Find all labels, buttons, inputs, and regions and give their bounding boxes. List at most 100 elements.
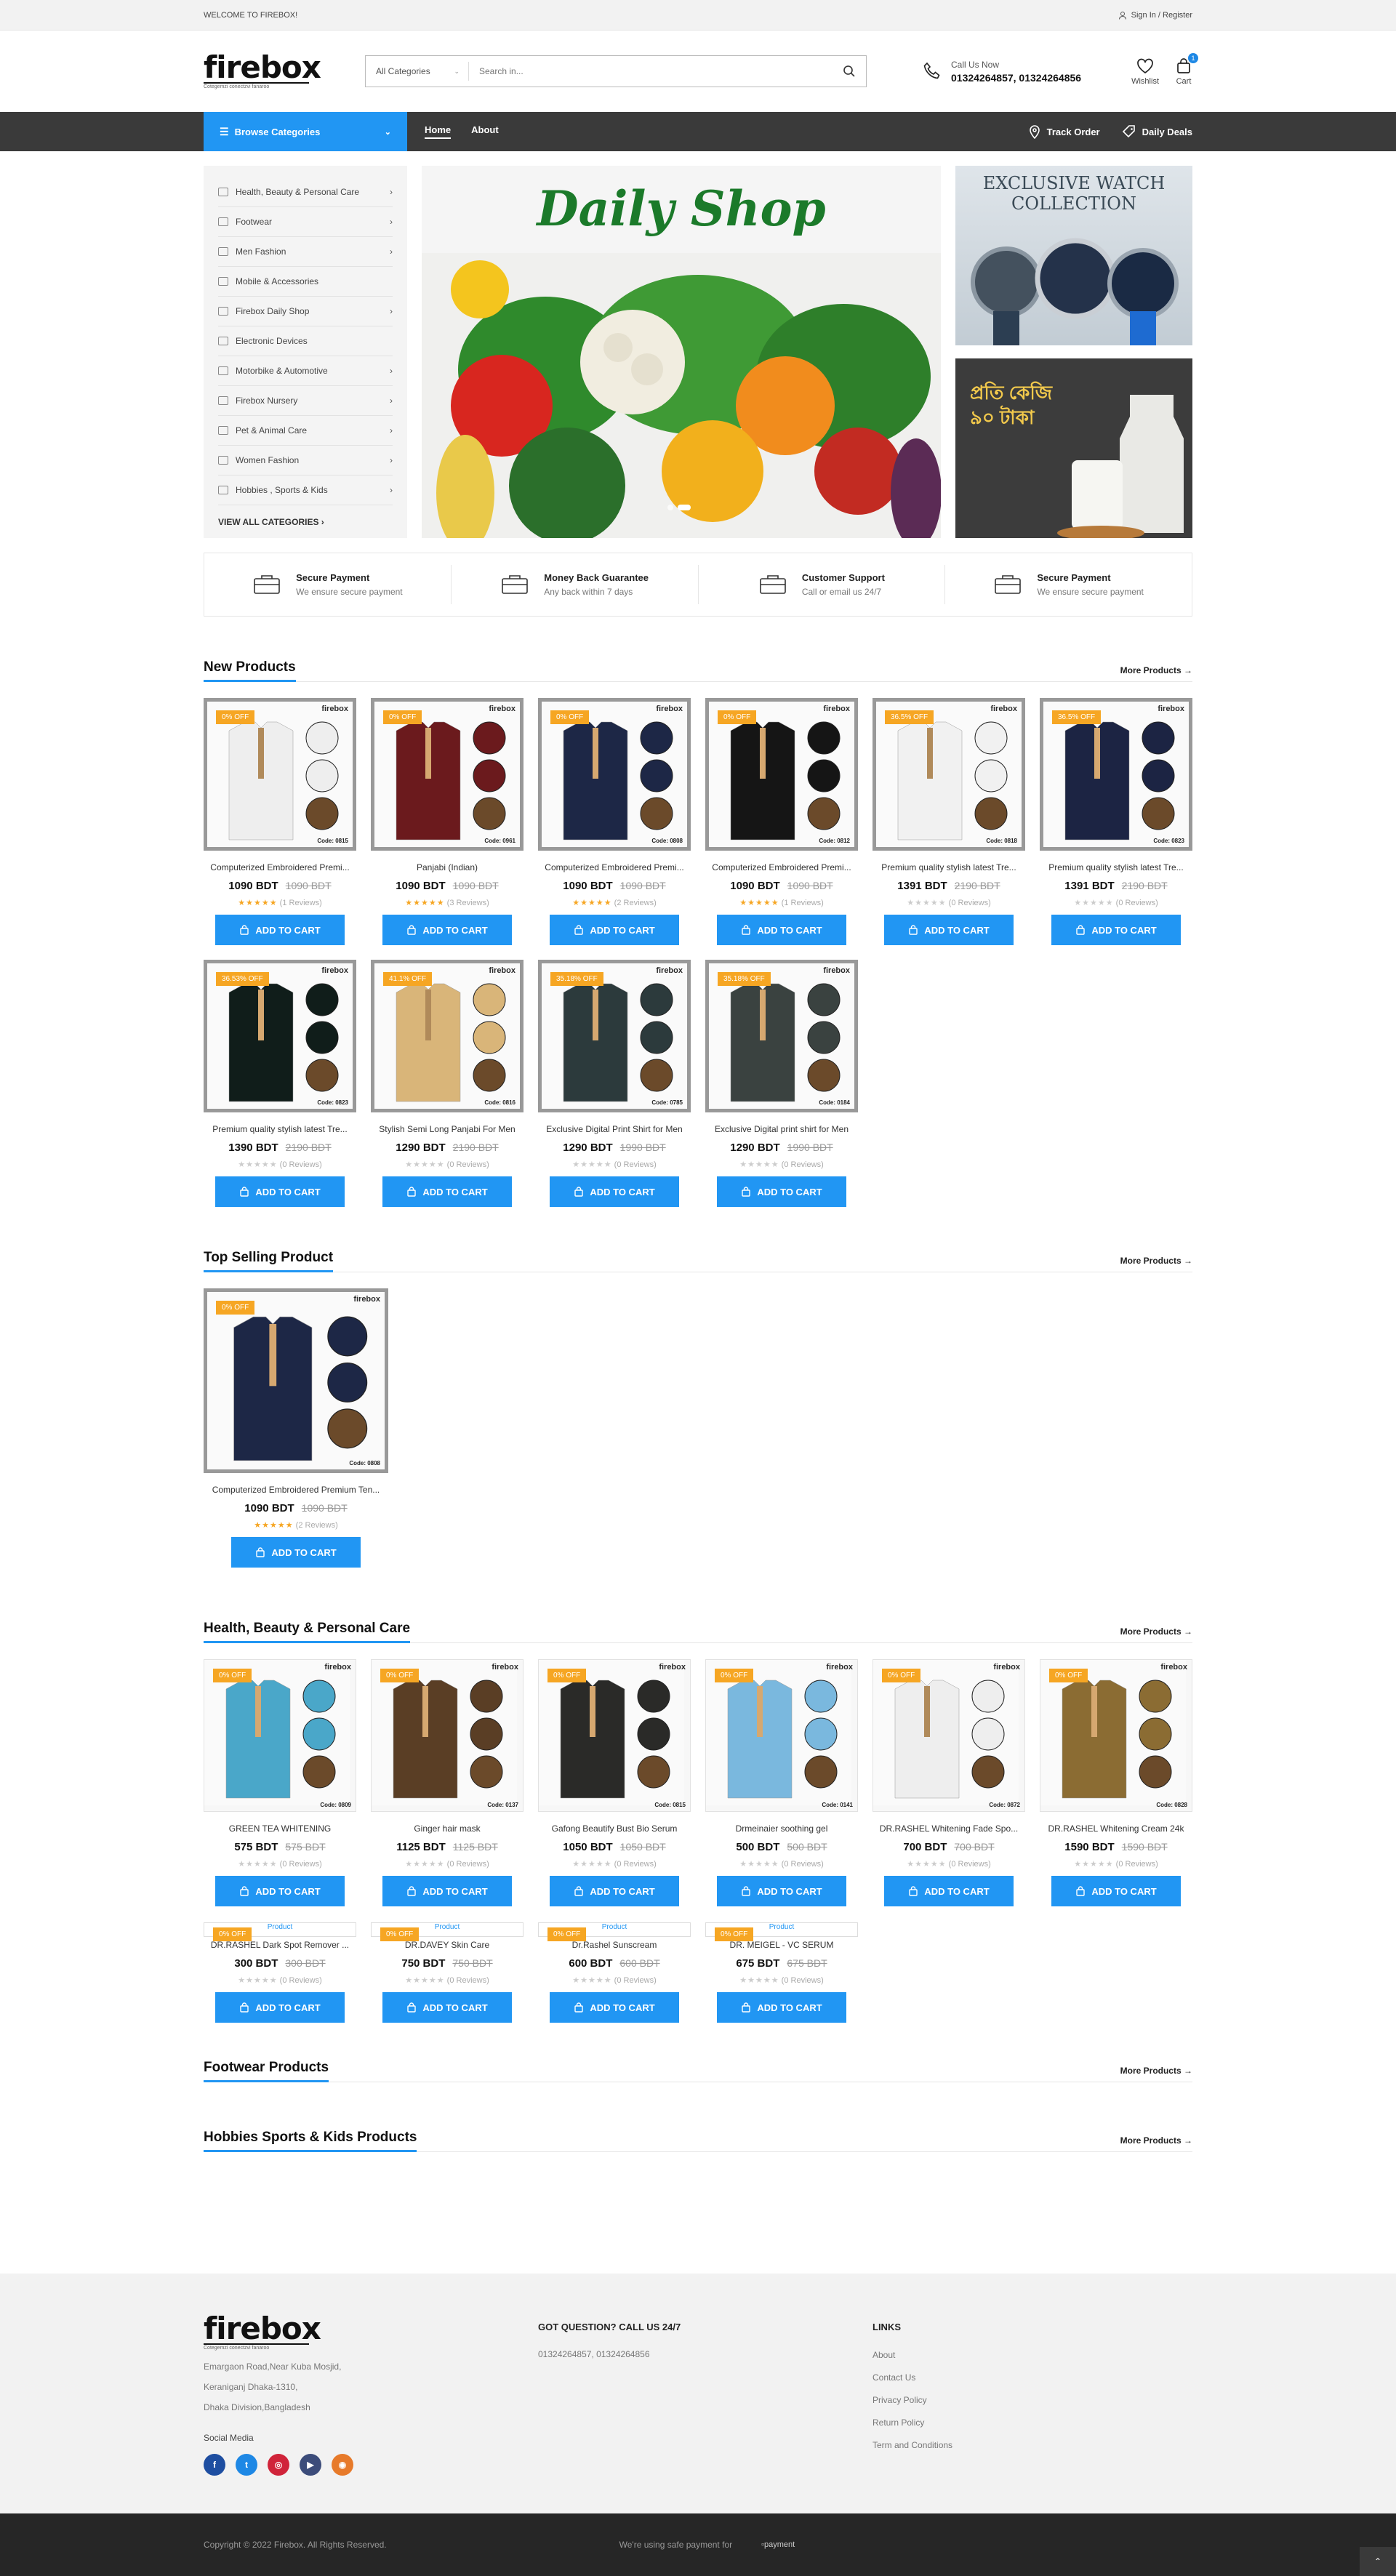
product-card[interactable]: 0% OFF firebox Code: 0808 Computerized Embr… <box>204 1288 388 1568</box>
twitter-icon[interactable]: t <box>236 2454 257 2476</box>
product-image-broken[interactable]: Product 0% OFF <box>371 1922 524 1941</box>
product-card[interactable]: 0% OFF firebox Code: 0815 Gafong Beautify B… <box>538 1659 691 1906</box>
footer-link[interactable]: About <box>872 2344 1192 2367</box>
product-card[interactable]: 35.18% OFF firebox Code: 0785 Exclusive Dig… <box>538 960 691 1207</box>
track-order-link[interactable]: Track Order <box>1028 124 1100 139</box>
product-image-frame[interactable]: 0% OFF firebox Code: 0809 <box>204 1659 356 1812</box>
add-to-cart-button[interactable]: ADD TO CART <box>884 915 1014 945</box>
add-to-cart-button[interactable]: ADD TO CART <box>550 915 679 945</box>
search-input[interactable] <box>469 57 833 86</box>
product-name[interactable]: DR. MEIGEL - VC SERUM <box>705 1940 858 1950</box>
add-to-cart-button[interactable]: ADD TO CART <box>1051 1876 1181 1906</box>
product-card[interactable]: Product 0% OFF Dr.Rashel Sunscream 600 BDT 6… <box>538 1922 691 2023</box>
product-card[interactable]: 0% OFF firebox Code: 0961 Panjabi (Indian) 1… <box>371 698 524 945</box>
product-name[interactable]: GREEN TEA WHITENING <box>204 1823 356 1834</box>
product-image-frame[interactable]: 0% OFF firebox Code: 0815 <box>204 698 356 851</box>
product-image-frame[interactable]: 0% OFF firebox Code: 0815 <box>538 1659 691 1812</box>
product-name[interactable]: Computerized Embroidered Premium Ten... <box>204 1485 388 1495</box>
add-to-cart-button[interactable]: ADD TO CART <box>215 1176 345 1207</box>
product-image-frame[interactable]: 36.5% OFF firebox Code: 0823 <box>1040 698 1192 851</box>
product-image-frame[interactable]: 0% OFF firebox Code: 0812 <box>705 698 858 851</box>
add-to-cart-button[interactable]: ADD TO CART <box>717 1992 846 2023</box>
product-name[interactable]: Exclusive Digital print shirt for Men <box>705 1124 858 1134</box>
product-name[interactable]: Premium quality stylish latest Tre... <box>872 862 1025 872</box>
product-card[interactable]: Product 0% OFF DR. MEIGEL - VC SERUM 675 BD… <box>705 1922 858 2023</box>
product-name[interactable]: Premium quality stylish latest Tre... <box>1040 862 1192 872</box>
more-products-link[interactable]: More Products → <box>1120 1256 1192 1272</box>
signin-link[interactable]: Sign In / Register <box>1118 11 1192 20</box>
product-card[interactable]: 0% OFF firebox Code: 0815 Computerized Embr… <box>204 698 356 945</box>
product-name[interactable]: Computerized Embroidered Premi... <box>204 862 356 872</box>
product-card[interactable]: Product 0% OFF DR.DAVEY Skin Care 750 BDT 75… <box>371 1922 524 2023</box>
rss-icon[interactable]: ◉ <box>332 2454 353 2476</box>
slider-dot-active[interactable] <box>678 505 691 510</box>
product-image-frame[interactable]: 35.18% OFF firebox Code: 0184 <box>705 960 858 1112</box>
daily-deals-link[interactable]: Daily Deals <box>1122 124 1192 139</box>
footer-link[interactable]: Contact Us <box>872 2367 1192 2389</box>
product-name[interactable]: Drmeinaier soothing gel <box>705 1823 858 1834</box>
product-card[interactable]: 0% OFF firebox Code: 0812 Computerized Embr… <box>705 698 858 945</box>
add-to-cart-button[interactable]: ADD TO CART <box>884 1876 1014 1906</box>
category-item[interactable]: Mobile & Accessories <box>218 267 393 297</box>
nav-about[interactable]: About <box>471 124 499 139</box>
slider-dot[interactable] <box>667 505 673 510</box>
add-to-cart-button[interactable]: ADD TO CART <box>717 1876 846 1906</box>
product-image-broken[interactable]: Product 0% OFF <box>538 1922 691 1941</box>
add-to-cart-button[interactable]: ADD TO CART <box>550 1992 679 2023</box>
search-category-select[interactable]: All Categories ⌄ <box>366 62 469 81</box>
instagram-icon[interactable]: ◎ <box>268 2454 289 2476</box>
add-to-cart-button[interactable]: ADD TO CART <box>231 1537 361 1568</box>
category-item[interactable]: Women Fashion › <box>218 446 393 476</box>
product-card[interactable]: 0% OFF firebox Code: 0828 DR.RASHEL Whiteni… <box>1040 1659 1192 1906</box>
product-image-frame[interactable]: 0% OFF firebox Code: 0808 <box>204 1288 388 1473</box>
wishlist-button[interactable]: Wishlist <box>1131 57 1159 86</box>
nav-home[interactable]: Home <box>425 124 452 139</box>
add-to-cart-button[interactable]: ADD TO CART <box>717 915 846 945</box>
hero-slider[interactable]: Daily Shop <box>422 166 941 538</box>
product-card[interactable]: 0% OFF firebox Code: 0808 Computerized Embr… <box>538 698 691 945</box>
facebook-icon[interactable]: f <box>204 2454 225 2476</box>
category-item[interactable]: Firebox Nursery › <box>218 386 393 416</box>
product-name[interactable]: DR.RASHEL Whitening Fade Spo... <box>872 1823 1025 1834</box>
category-item[interactable]: Hobbies , Sports & Kids › <box>218 476 393 505</box>
product-card[interactable]: 35.18% OFF firebox Code: 0184 Exclusive Dig… <box>705 960 858 1207</box>
add-to-cart-button[interactable]: ADD TO CART <box>215 1876 345 1906</box>
product-name[interactable]: Computerized Embroidered Premi... <box>705 862 858 872</box>
product-card[interactable]: 0% OFF firebox Code: 0137 Ginger hair mask 1… <box>371 1659 524 1906</box>
product-name[interactable]: Computerized Embroidered Premi... <box>538 862 691 872</box>
more-products-link[interactable]: More Products → <box>1120 1626 1192 1642</box>
product-image-frame[interactable]: 0% OFF firebox Code: 0137 <box>371 1659 524 1812</box>
watch-banner[interactable]: EXCLUSIVE WATCH COLLECTION <box>955 166 1192 345</box>
footer-link[interactable]: Term and Conditions <box>872 2434 1192 2457</box>
add-to-cart-button[interactable]: ADD TO CART <box>215 915 345 945</box>
add-to-cart-button[interactable]: ADD TO CART <box>550 1176 679 1207</box>
more-products-link[interactable]: More Products → <box>1120 665 1192 681</box>
scroll-to-top-button[interactable]: ⌃ <box>1360 2547 1396 2576</box>
category-item[interactable]: Health, Beauty & Personal Care › <box>218 177 393 207</box>
product-card[interactable]: 41.1% OFF firebox Code: 0816 Stylish Semi L… <box>371 960 524 1207</box>
product-name[interactable]: Dr.Rashel Sunscream <box>538 1940 691 1950</box>
category-item[interactable]: Men Fashion › <box>218 237 393 267</box>
add-to-cart-button[interactable]: ADD TO CART <box>382 915 512 945</box>
product-card[interactable]: 0% OFF firebox Code: 0141 Drmeinaier soothi… <box>705 1659 858 1906</box>
milk-banner[interactable]: প্রতি কেজি ৯০ টাকা <box>955 358 1192 538</box>
add-to-cart-button[interactable]: ADD TO CART <box>382 1176 512 1207</box>
category-item[interactable]: Electronic Devices <box>218 326 393 356</box>
product-name[interactable]: Gafong Beautify Bust Bio Serum <box>538 1823 691 1834</box>
product-image-frame[interactable]: 36.53% OFF firebox Code: 0823 <box>204 960 356 1112</box>
product-card[interactable]: 36.5% OFF firebox Code: 0818 Premium qualit… <box>872 698 1025 945</box>
browse-categories-button[interactable]: ☰ Browse Categories ⌄ <box>204 112 407 151</box>
product-name[interactable]: DR.DAVEY Skin Care <box>371 1940 524 1950</box>
product-card[interactable]: 0% OFF firebox Code: 0809 GREEN TEA WHITENI… <box>204 1659 356 1906</box>
product-name[interactable]: Panjabi (Indian) <box>371 862 524 872</box>
product-image-frame[interactable]: 41.1% OFF firebox Code: 0816 <box>371 960 524 1112</box>
product-name[interactable]: Ginger hair mask <box>371 1823 524 1834</box>
product-image-broken[interactable]: Product 0% OFF <box>705 1922 858 1941</box>
product-name[interactable]: Exclusive Digital Print Shirt for Men <box>538 1124 691 1134</box>
product-name[interactable]: DR.RASHEL Dark Spot Remover ... <box>204 1940 356 1950</box>
product-name[interactable]: Premium quality stylish latest Tre... <box>204 1124 356 1134</box>
product-card[interactable]: 36.53% OFF firebox Code: 0823 Premium quali… <box>204 960 356 1207</box>
category-item[interactable]: Pet & Animal Care › <box>218 416 393 446</box>
product-name[interactable]: Stylish Semi Long Panjabi For Men <box>371 1124 524 1134</box>
cart-button[interactable]: 1 Cart <box>1175 52 1198 86</box>
